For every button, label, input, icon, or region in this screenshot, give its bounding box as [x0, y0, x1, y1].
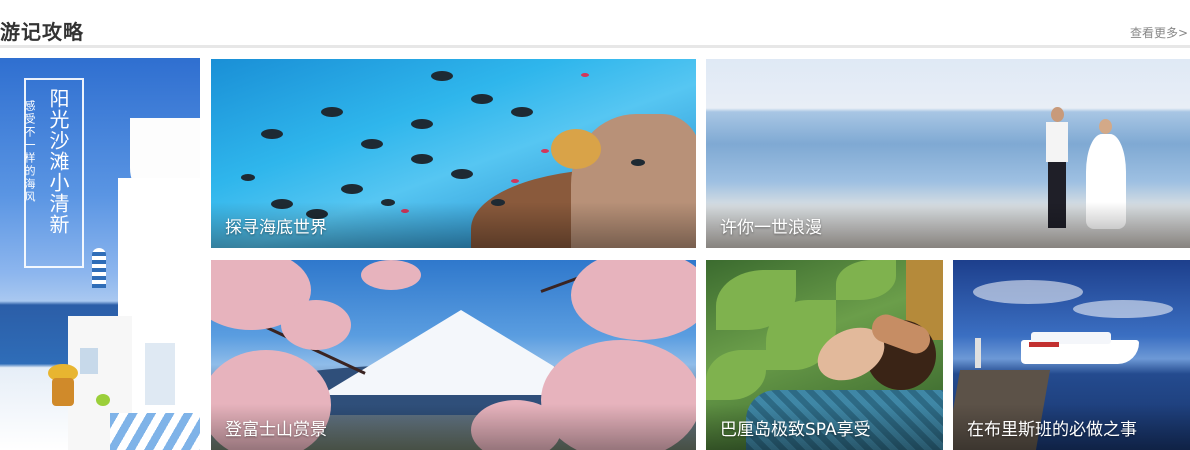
- door-shape: [145, 343, 175, 405]
- tile-underwater-world[interactable]: 探寻海底世界: [211, 59, 696, 248]
- fish-shape: [511, 107, 533, 117]
- fish-shape: [411, 154, 433, 164]
- feature-subtitle: 感受不一样的海风: [23, 100, 36, 204]
- fish-shape: [511, 179, 519, 183]
- tile-label: 巴厘岛极致SPA享受: [720, 420, 871, 440]
- blossom-cluster: [361, 260, 421, 290]
- fish-shape: [631, 159, 645, 166]
- striped-awning-shape: [110, 413, 200, 450]
- tile-label: 探寻海底世界: [225, 218, 327, 238]
- tile-bali-spa[interactable]: 巴厘岛极致SPA享受: [706, 260, 943, 450]
- window-shape: [80, 348, 98, 374]
- section-header: 游记攻略 查看更多>: [0, 0, 1190, 48]
- coral-shape: [551, 129, 601, 169]
- header-divider: [0, 45, 1190, 48]
- tile-brisbane[interactable]: 在布里斯班的必做之事: [953, 260, 1190, 450]
- umbrella-shape: [92, 248, 106, 288]
- blossom-cluster: [281, 300, 351, 350]
- head-shape: [1051, 107, 1064, 122]
- fish-shape: [431, 71, 453, 81]
- fish-shape: [471, 94, 493, 104]
- feature-tile-sunny-beach[interactable]: 阳光沙滩小清新 感受不一样的海风: [0, 58, 200, 450]
- fish-shape: [581, 73, 589, 77]
- flower-pot-shape: [52, 378, 74, 406]
- tile-mount-fuji[interactable]: 登富士山赏景: [211, 260, 696, 450]
- fish-shape: [411, 119, 433, 129]
- tile-label: 在布里斯班的必做之事: [967, 420, 1137, 440]
- cloud-shape: [1073, 300, 1173, 318]
- plant-shape: [96, 394, 110, 406]
- tile-romantic-beach[interactable]: 许你一世浪漫: [706, 59, 1190, 248]
- tile-label: 登富士山赏景: [225, 420, 327, 440]
- tile-label: 许你一世浪漫: [720, 218, 822, 238]
- fish-shape: [361, 139, 383, 149]
- fish-shape: [321, 107, 343, 117]
- feature-title: 阳光沙滩小清新: [46, 88, 70, 235]
- lighthouse-shape: [975, 338, 981, 368]
- fish-shape: [451, 169, 473, 179]
- section-title: 游记攻略: [0, 20, 84, 44]
- shirt-shape: [1046, 122, 1068, 162]
- view-more-link[interactable]: 查看更多>: [1130, 24, 1188, 41]
- leaf-shape: [836, 260, 896, 300]
- fish-shape: [261, 129, 283, 139]
- fish-shape: [341, 184, 363, 194]
- cloud-shape: [973, 280, 1083, 304]
- fish-shape: [541, 149, 549, 153]
- head-shape: [1099, 119, 1112, 134]
- fish-shape: [241, 174, 255, 181]
- leaf-shape: [706, 350, 766, 400]
- ferry-stripe-shape: [1029, 342, 1059, 347]
